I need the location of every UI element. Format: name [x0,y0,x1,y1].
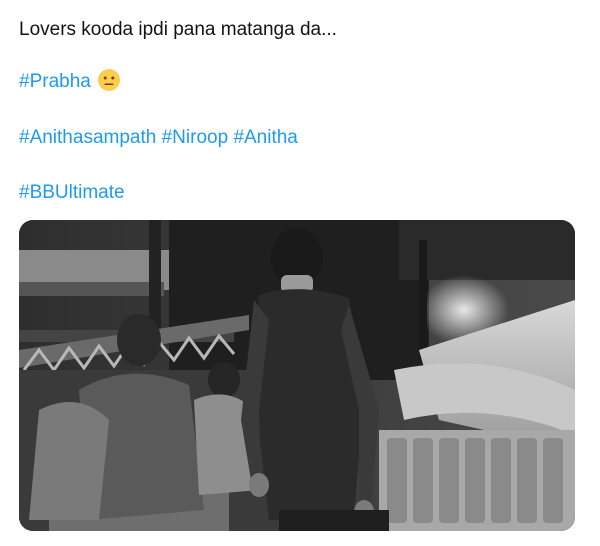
hashtag-line-1: #Prabha [19,68,121,94]
tweet-body: Lovers kooda ipdi pana matanga da... #Pr… [0,0,600,546]
hashtag-bbultimate[interactable]: #BBUltimate [19,182,125,203]
hashtag-line-3: #BBUltimate [19,181,125,205]
tweet-photo[interactable] [19,220,575,531]
hashtag-anitha[interactable]: #Anitha [233,127,297,148]
hashtag-prabha[interactable]: #Prabha [19,71,91,92]
hashtag-line-2: #Anithasampath #Niroop #Anitha [19,126,298,150]
tweet-text: Lovers kooda ipdi pana matanga da... [19,19,337,40]
photo-scene [19,220,575,531]
hashtag-anithasampath[interactable]: #Anithasampath [19,127,156,148]
neutral-face-emoji-icon [97,68,121,92]
hashtag-niroop[interactable]: #Niroop [162,127,229,148]
